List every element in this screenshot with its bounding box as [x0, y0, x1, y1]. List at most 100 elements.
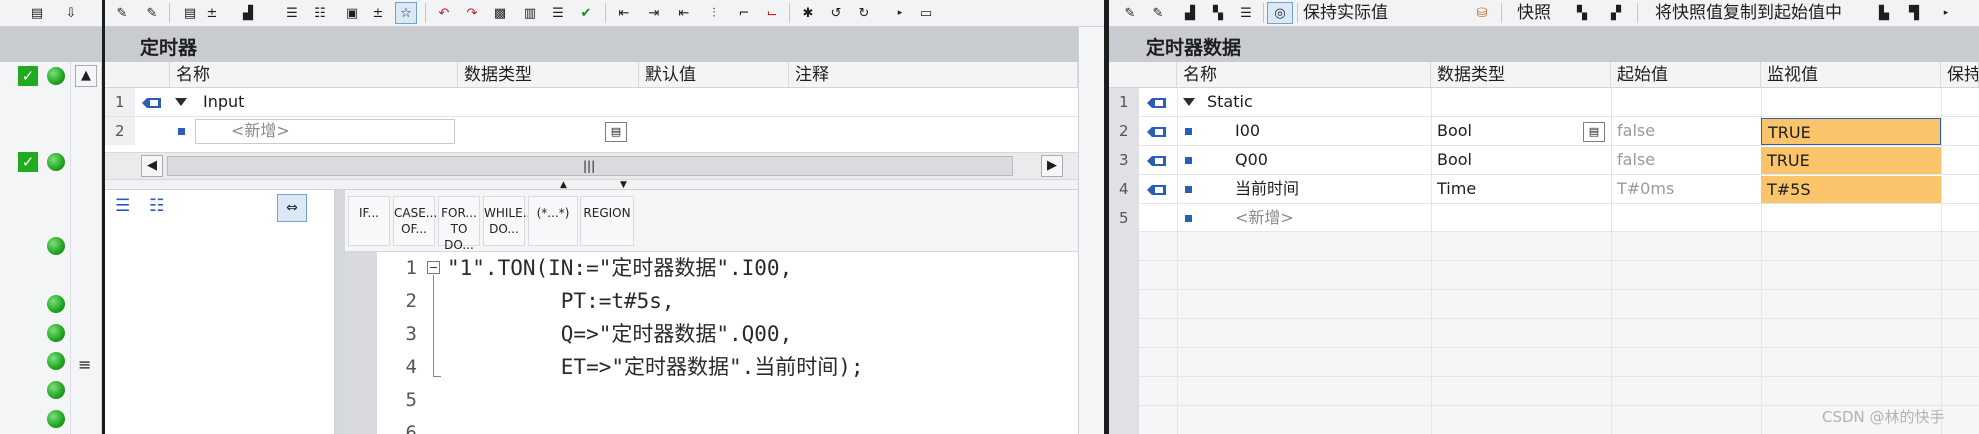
indent-icon[interactable]: ☰	[281, 2, 303, 24]
row-number: 3	[1119, 151, 1129, 169]
code-line[interactable]: PT:=t#5s,	[447, 285, 675, 317]
add-row-icon[interactable]: ✎	[1147, 2, 1169, 24]
more-icon[interactable]: ▸	[889, 2, 911, 24]
block-icon[interactable]: ▣	[341, 2, 363, 24]
move-icon[interactable]: ▤	[179, 2, 201, 24]
snapshot-button[interactable]: 快照	[1517, 2, 1551, 24]
table-view-icon[interactable]: ▤	[26, 2, 48, 24]
expand-icon[interactable]: ▟	[1179, 2, 1201, 24]
collapse-icon[interactable]: ▚	[1207, 2, 1229, 24]
code-line[interactable]: ET=>"定时器数据".当前时间);	[447, 351, 864, 383]
compare-icon[interactable]: ▥	[519, 2, 541, 24]
load-values-icon[interactable]: ▜	[1903, 2, 1925, 24]
column-header-start-value[interactable]: 起始值	[1611, 62, 1761, 88]
row-name-input[interactable]: Input	[197, 88, 437, 116]
splitter-down-icon[interactable]: ▼	[620, 180, 627, 190]
row-number: 2	[1119, 122, 1129, 140]
scroll-right-button[interactable]: ▶	[1041, 155, 1063, 177]
panel-icon[interactable]: ▭	[915, 2, 937, 24]
step-icon[interactable]: ↺	[825, 2, 847, 24]
column-header-default[interactable]: 默认值	[639, 62, 789, 88]
go-back-icon[interactable]: ⇤	[613, 2, 635, 24]
error-next-icon[interactable]: ↶	[433, 2, 455, 24]
bookmark-icon[interactable]: ⌐	[733, 2, 755, 24]
list-icon[interactable]: ☰	[547, 2, 569, 24]
add-row-icon[interactable]: ✎	[141, 2, 163, 24]
bookmark-clear-icon[interactable]: ⌙	[761, 2, 783, 24]
compile-icon[interactable]: ▩	[489, 2, 511, 24]
new-row-placeholder[interactable]: <新增>	[1229, 204, 1429, 232]
column-header-datatype[interactable]: 数据类型	[458, 62, 639, 88]
splitter-up-icon[interactable]: ▲	[560, 180, 567, 190]
instruction-list-icon[interactable]: ☰	[115, 196, 130, 216]
database-icon[interactable]: ⛁	[1471, 2, 1493, 24]
row-datatype[interactable]: Bool	[1431, 117, 1581, 145]
column-header-monitor-value[interactable]: 监视值	[1761, 62, 1941, 88]
insert-row-icon[interactable]: ✎	[111, 2, 133, 24]
row-start-value[interactable]: false	[1611, 146, 1761, 174]
ordered-list-icon[interactable]: ☷	[149, 196, 164, 216]
list-view-icon[interactable]: ☰	[1235, 2, 1257, 24]
column-header-retain[interactable]: 保持	[1941, 62, 1979, 88]
row-name[interactable]: I00	[1229, 117, 1429, 145]
column-header-comment[interactable]: 注释	[789, 62, 1078, 88]
comment-statement-button[interactable]: (*...*)	[528, 196, 578, 246]
check-mark-icon[interactable]: ✔	[575, 2, 597, 24]
code-editor[interactable]: 1 2 3 4 5 6 − "1".TON(IN:="定时器数据".I00, P…	[377, 252, 1078, 434]
sort-icon[interactable]: ±	[201, 2, 223, 24]
code-line[interactable]: "1".TON(IN:="定时器数据".I00,	[447, 252, 792, 284]
favorites-icon[interactable]: ☆	[395, 2, 417, 24]
for-statement-button[interactable]: FOR... TO DO...	[438, 196, 480, 252]
align-icon[interactable]: ⫶	[703, 2, 725, 24]
download-icon[interactable]: ±	[367, 2, 389, 24]
hamburger-icon[interactable]: ≡	[78, 355, 91, 374]
row-datatype[interactable]: Time	[1431, 175, 1611, 203]
row-name[interactable]: 当前时间	[1229, 175, 1429, 203]
breakpoint-icon[interactable]: ✱	[797, 2, 819, 24]
indent-right-icon[interactable]: ⇥	[643, 2, 665, 24]
snapshot-save-icon[interactable]: ▞	[1605, 2, 1627, 24]
more-icon[interactable]: ▸	[1935, 2, 1957, 24]
code-line[interactable]: Q=>"定时器数据".Q00,	[447, 318, 792, 350]
row-start-value[interactable]: false	[1611, 117, 1761, 145]
error-prev-icon[interactable]: ↷	[461, 2, 483, 24]
pane-splitter[interactable]: ▲ ▼	[105, 180, 1078, 190]
column-header-name[interactable]: 名称	[170, 62, 458, 88]
fold-toggle-icon[interactable]: −	[427, 261, 440, 274]
row-name[interactable]: Static	[1201, 88, 1421, 116]
monitor-icon[interactable]: ▟	[237, 2, 259, 24]
row-dropdown-icon[interactable]: ▤	[605, 122, 627, 142]
row-start-value[interactable]: T#0ms	[1611, 175, 1761, 203]
datatype-dropdown-icon[interactable]: ▤	[1583, 122, 1605, 142]
step-back-icon[interactable]: ↻	[853, 2, 875, 24]
gutter-scroll-up-button[interactable]: ▲	[75, 65, 97, 87]
region-statement-button[interactable]: REGION	[580, 196, 634, 246]
while-statement-button[interactable]: WHILE.. DO...	[483, 196, 530, 246]
if-statement-button[interactable]: IF...	[348, 196, 390, 246]
scroll-thumb[interactable]: |||	[167, 156, 1013, 176]
copy-snapshot-button[interactable]: 将快照值复制到起始值中	[1655, 2, 1842, 24]
pin-panel-icon[interactable]: ⇔	[277, 194, 307, 222]
line-number: 2	[405, 290, 417, 312]
case-statement-button[interactable]: CASE... OF...	[393, 196, 437, 246]
snapshot-load-icon[interactable]: ▚	[1571, 2, 1593, 24]
indent-left-icon[interactable]: ⇤	[673, 2, 695, 24]
row-datatype[interactable]: Bool	[1431, 146, 1611, 174]
keep-actual-button[interactable]: 保持实际值	[1303, 2, 1388, 24]
column-header-datatype[interactable]: 数据类型	[1431, 62, 1611, 88]
left-block-title: 定时器	[140, 37, 198, 59]
insert-row-icon[interactable]: ✎	[1119, 2, 1141, 24]
expand-arrow-icon[interactable]	[1183, 98, 1195, 106]
outdent-icon[interactable]: ☷	[309, 2, 331, 24]
status-dot-icon	[47, 295, 65, 313]
expand-arrow-icon[interactable]	[175, 98, 187, 106]
load-start-values-icon[interactable]: ▙	[1873, 2, 1895, 24]
column-header-name[interactable]: 名称	[1177, 62, 1431, 88]
scroll-left-button[interactable]: ◀	[141, 155, 163, 177]
export-icon[interactable]: ⇩	[60, 2, 82, 24]
line-number: 6	[405, 422, 417, 434]
monitor-all-icon[interactable]: ◎	[1267, 2, 1293, 24]
row-name[interactable]: Q00	[1229, 146, 1429, 174]
new-row-placeholder[interactable]: <新增>	[225, 117, 425, 145]
horizontal-scrollbar[interactable]: ◀ ||| ▶	[105, 152, 1078, 180]
